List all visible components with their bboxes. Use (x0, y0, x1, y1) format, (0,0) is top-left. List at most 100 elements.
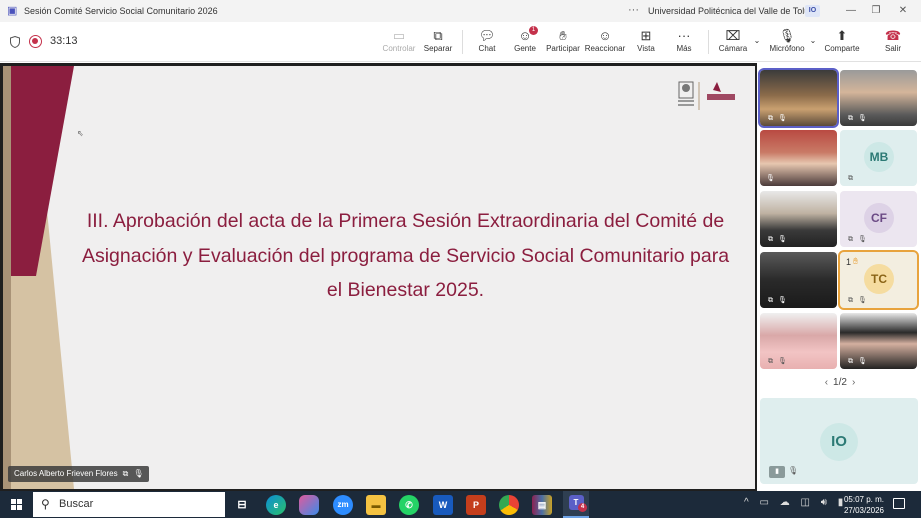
mic-off-icon: 🎙︎ (778, 28, 796, 43)
participant-tile[interactable]: ⧉ 🎙︎ (760, 313, 837, 369)
minimize-icon[interactable]: — (840, 3, 862, 19)
self-initials: IO (820, 423, 858, 461)
view-button[interactable]: ⊞ Vista (632, 27, 660, 59)
windows-taskbar: ⚲ Buscar ⊟ e zm ▬ ✆ W P ▤ T 4 ^ ▭ ☁ ◫ 🔊︎… (0, 491, 921, 518)
leave-label: Salir (884, 44, 901, 53)
teams-taskbar-button[interactable]: T 4 (563, 491, 589, 518)
signal-icon: ▮ (769, 466, 785, 478)
title-bar: ▣ Sesión Comité Servicio Social Comunita… (0, 0, 921, 22)
word-icon[interactable]: W (433, 495, 453, 515)
mic-off-icon: 🎙︎ (778, 358, 787, 365)
raise-hand-label: Participar (546, 44, 580, 53)
pop-out-button[interactable]: ⧉ Separar (420, 27, 456, 59)
mic-off-icon: 🎙︎ (858, 236, 867, 243)
copilot-icon[interactable] (299, 495, 319, 515)
people-button[interactable]: ☺ 1 Gente (510, 26, 540, 59)
restore-icon[interactable]: ❐ (865, 3, 887, 19)
shield-icon (10, 36, 20, 48)
microphone-label: Micrófono (769, 44, 805, 53)
control-button[interactable]: ▭ Controlar (380, 27, 418, 59)
window-title: Sesión Comité Servicio Social Comunitari… (24, 6, 218, 16)
taskbar-search[interactable]: ⚲ Buscar (33, 492, 225, 517)
participant-tile[interactable]: ⧉ 🎙︎ (760, 252, 837, 308)
clock-date: 27/03/2026 (843, 506, 884, 515)
mic-off-icon: 🎙︎ (858, 115, 867, 122)
participant-initials: MB (864, 142, 894, 172)
presenter-mic-off-icon: 🎙︎ (133, 469, 144, 478)
page-indicator: 1/2 (833, 377, 847, 388)
presenter-name-tag: Carlos Alberto Frieven Flores ⧉ 🎙︎ (8, 466, 150, 482)
shared-slide[interactable]: ⇖ III. Aprobación del acta de la Primera… (3, 66, 755, 489)
microphone-button[interactable]: 🎙︎ Micrófono (766, 27, 808, 59)
share-tile-icon: ⧉ (848, 297, 853, 304)
share-icon: ⬆ (836, 28, 848, 43)
react-button[interactable]: ☺ Reaccionar (584, 27, 626, 59)
presenter-share-icon: ⧉ (122, 469, 129, 478)
notifications-icon[interactable] (893, 498, 905, 509)
camera-label: Cámara (718, 44, 748, 53)
view-icon: ⊞ (640, 28, 652, 43)
account-avatar[interactable]: IO (805, 5, 820, 17)
prev-page-icon[interactable]: ‹ (825, 377, 828, 388)
slide-heading: III. Aprobación del acta de la Primera S… (81, 210, 730, 301)
people-count-badge: 1 (529, 26, 538, 35)
react-label: Reaccionar (584, 44, 626, 53)
system-tray-icons[interactable]: ^ ▭ ☁ ◫ 🔊︎ ▮ (744, 497, 847, 508)
government-logos (677, 80, 745, 112)
share-tile-icon: ⧉ (768, 297, 773, 304)
participant-tile[interactable]: 1 ✋︎ TC ⧉ 🎙︎ (838, 250, 919, 310)
more-options-icon[interactable]: ··· (628, 4, 639, 16)
share-tile-icon: ⧉ (848, 358, 853, 365)
whatsapp-icon[interactable]: ✆ (399, 495, 419, 515)
participant-tile[interactable]: ⧉ 🎙︎ (840, 313, 917, 369)
raise-hand-button[interactable]: ✋︎ Participar (545, 27, 581, 59)
recording-icon (29, 35, 42, 48)
chat-button[interactable]: 💬︎ Chat (472, 27, 502, 59)
people-label: Gente (514, 44, 536, 53)
edge-icon[interactable]: e (266, 495, 286, 515)
mic-off-icon: 🎙︎ (778, 115, 787, 122)
zoom-icon[interactable]: zm (333, 495, 353, 515)
teams-app-icon: ▣ (7, 5, 18, 17)
participant-tile[interactable]: MB ⧉ (840, 130, 917, 186)
more-button[interactable]: ··· Más (670, 27, 698, 59)
self-video-tile[interactable]: IO ▮ 🎙︎ (760, 398, 918, 484)
pop-out-label: Separar (423, 44, 453, 53)
file-explorer-icon[interactable]: ▬ (366, 495, 386, 515)
chat-icon: 💬︎ (478, 28, 496, 43)
chrome-icon[interactable] (499, 495, 519, 515)
leave-button[interactable]: ☎︎ Salir (874, 27, 912, 59)
share-button[interactable]: ⬆ Comparte (822, 27, 862, 59)
windows-start-icon[interactable] (11, 499, 22, 510)
next-page-icon[interactable]: › (852, 377, 855, 388)
teams-notification-badge: 4 (578, 503, 587, 512)
taskbar-clock[interactable]: 05:07 p. m. 27/03/2026 (836, 494, 884, 516)
share-tile-icon: ⧉ (768, 358, 773, 365)
winrar-icon[interactable]: ▤ (532, 495, 552, 515)
react-icon: ☺ (598, 28, 612, 43)
powerpoint-icon[interactable]: P (466, 495, 486, 515)
close-icon[interactable]: ✕ (892, 3, 914, 19)
organization-name: Universidad Politécnica del Valle de Tol… (648, 6, 819, 16)
mic-off-icon: 🎙︎ (778, 297, 787, 304)
raise-hand-icon: ✋︎ (559, 28, 567, 43)
share-tile-icon: ⧉ (768, 236, 773, 243)
camera-off-icon: ⌧ (725, 28, 741, 43)
participant-tile[interactable]: ⧉ 🎙︎ (760, 191, 837, 247)
mouse-pointer-icon: ⇖ (77, 129, 84, 138)
meeting-toolbar: 33:13 ▭ Controlar ⧉ Separar 💬︎ Chat ☺ 1 … (0, 22, 921, 62)
presenter-name: Carlos Alberto Frieven Flores (14, 469, 118, 478)
task-view-icon[interactable]: ⊟ (232, 495, 252, 515)
hang-up-icon: ☎︎ (884, 28, 902, 43)
participant-tile[interactable]: 🎙︎ (760, 130, 837, 186)
participant-tile[interactable]: ⧉ 🎙︎ (840, 70, 917, 126)
participant-tile[interactable]: CF ⧉ 🎙︎ (840, 191, 917, 247)
mic-off-icon: 🎙︎ (788, 466, 799, 475)
participant-initials: TC (864, 264, 894, 294)
toolbar-divider (462, 30, 463, 54)
share-tile-icon: ⧉ (768, 115, 773, 122)
participant-initials: CF (864, 203, 894, 233)
camera-button[interactable]: ⌧ Cámara (716, 27, 750, 59)
participant-tile[interactable]: ⧉ 🎙︎ (758, 68, 839, 128)
mic-off-icon: 🎙︎ (858, 358, 867, 365)
